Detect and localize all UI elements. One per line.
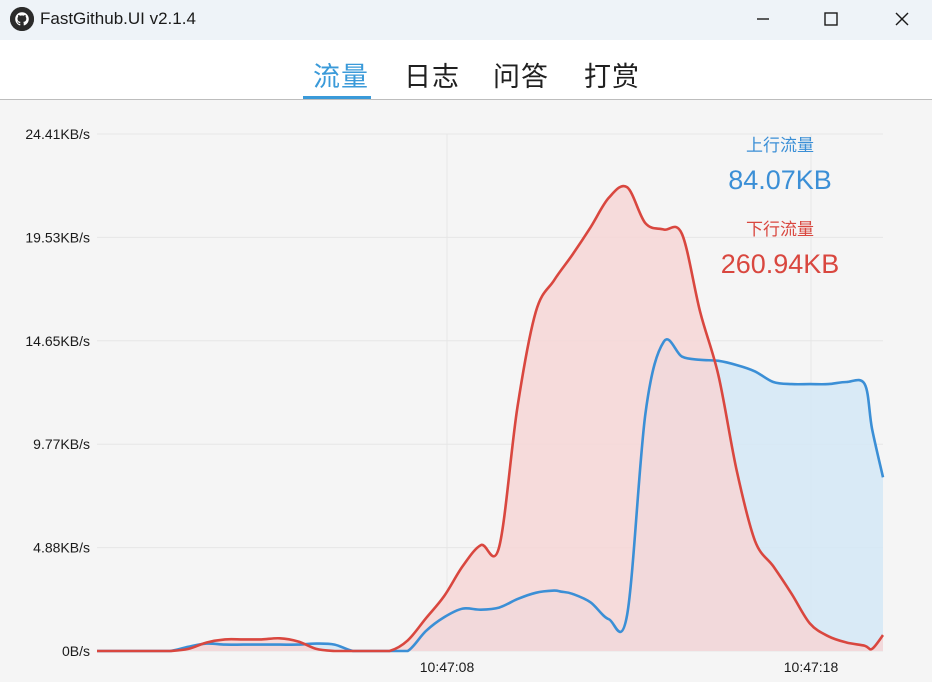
- close-icon: [895, 12, 909, 26]
- maximize-icon: [824, 12, 838, 26]
- chart-legend: 上行流量 84.07KB 下行流量 260.94KB: [721, 136, 840, 279]
- active-tab-indicator: [303, 96, 371, 99]
- traffic-panel: 0B/s 4.88KB/s 9.77KB/s 14.65KB/s 19.53KB/s 24…: [0, 100, 932, 682]
- window-title: FastGithub.UI v2.1.4: [40, 9, 196, 28]
- y-tick-label: 4.88KB/s: [33, 540, 90, 556]
- github-icon: [10, 7, 34, 31]
- title-bar: FastGithub.UI v2.1.4: [0, 0, 932, 40]
- tab-logs[interactable]: 日志: [404, 55, 460, 94]
- minimize-icon: [757, 18, 769, 20]
- close-button[interactable]: [879, 0, 925, 38]
- tab-faq[interactable]: 问答: [493, 55, 549, 94]
- tab-bar: 流量 日志 问答 打赏: [0, 40, 932, 100]
- y-tick-label: 14.65KB/s: [25, 333, 90, 349]
- y-tick-label: 19.53KB/s: [25, 229, 90, 245]
- traffic-chart: 0B/s 4.88KB/s 9.77KB/s 14.65KB/s 19.53KB/s 24…: [25, 126, 885, 675]
- maximize-button[interactable]: [808, 0, 854, 38]
- y-tick-label: 0B/s: [62, 643, 90, 659]
- y-tick-label: 9.77KB/s: [33, 436, 90, 452]
- upload-total-value: 84.07KB: [728, 165, 832, 195]
- tab-traffic[interactable]: 流量: [313, 55, 369, 94]
- download-total-value: 260.94KB: [721, 249, 840, 279]
- tab-donate[interactable]: 打赏: [584, 55, 640, 94]
- download-legend-label: 下行流量: [746, 220, 814, 240]
- x-tick-label: 10:47:08: [420, 659, 475, 675]
- minimize-button[interactable]: [740, 0, 786, 38]
- y-tick-label: 24.41KB/s: [25, 126, 90, 142]
- x-tick-label: 10:47:18: [784, 659, 839, 675]
- upload-legend-label: 上行流量: [746, 136, 814, 156]
